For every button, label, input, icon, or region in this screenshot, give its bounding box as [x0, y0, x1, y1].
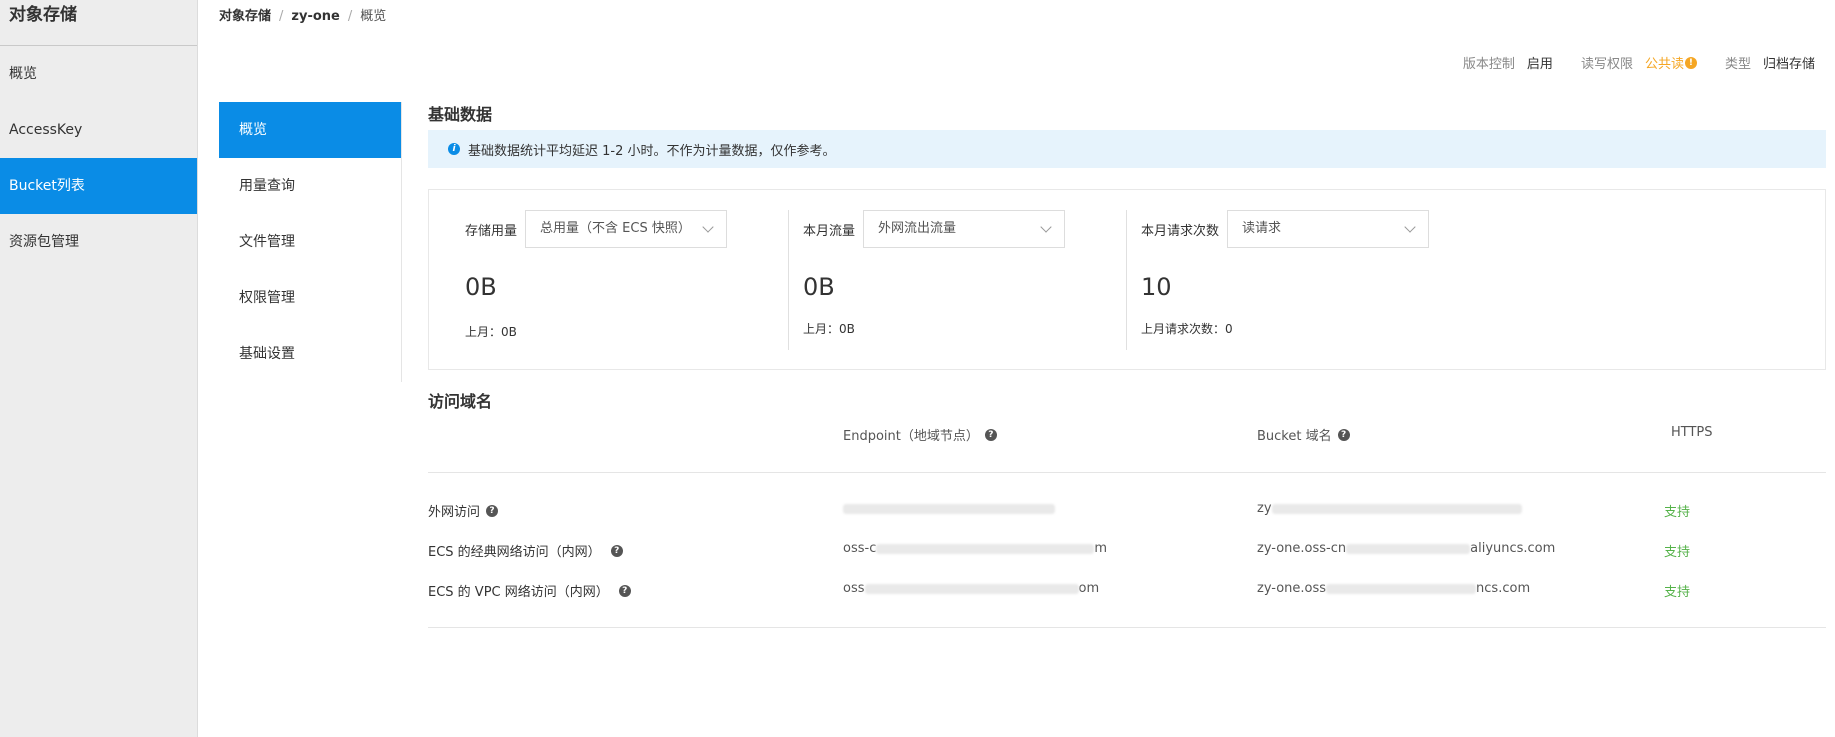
help-icon[interactable]: ?	[1337, 428, 1350, 441]
endpoint-visible: oss-c	[843, 541, 877, 556]
redacted-text	[843, 503, 1055, 514]
type-label: 类型	[1724, 57, 1751, 72]
breadcrumb-separator: /	[347, 9, 353, 24]
redacted-text	[1346, 543, 1471, 554]
stat-value: 10	[1141, 273, 1172, 301]
https-supported: 支持	[1664, 545, 1691, 560]
table-row-classic: ECS 的经典网络访问（内网）?	[428, 541, 623, 560]
column-https-label: HTTPS	[1671, 425, 1713, 440]
stat-value: 0B	[803, 273, 835, 301]
chevron-down-icon	[702, 221, 714, 233]
bucket-domain-visible: zy-one.oss	[1257, 581, 1327, 596]
info-banner: i 基础数据统计平均延迟 1-2 小时。不作为计量数据，仅作参考。	[428, 130, 1826, 168]
stat-label: 本月请求次数	[1141, 223, 1220, 239]
endpoint-tail: m	[1094, 541, 1108, 556]
bucket-domain-classic: zy-one.oss-cn aliyuncs.com	[1257, 541, 1555, 556]
bucket-status-bar: 版本控制 启用 读写权限 公共读! 类型 归档存储	[1463, 53, 1815, 72]
domains-title: 访问域名	[428, 392, 493, 411]
column-endpoint-label: Endpoint（地域节点）	[843, 429, 979, 444]
endpoint-public	[843, 501, 1055, 516]
endpoint-visible: oss	[843, 581, 865, 596]
bucket-domain-public: zy	[1257, 501, 1522, 516]
stat-value: 0B	[465, 273, 497, 301]
help-icon[interactable]: ?	[486, 504, 499, 517]
info-icon: i	[448, 143, 460, 155]
help-icon[interactable]: ?	[984, 428, 997, 441]
row-label: ECS 的经典网络访问（内网）	[428, 545, 601, 560]
column-endpoint: Endpoint（地域节点）?	[843, 425, 997, 444]
acl-label: 读写权限	[1580, 57, 1633, 72]
stat-label: 本月流量	[803, 223, 856, 239]
subnav-item-permissions[interactable]: 权限管理	[219, 270, 401, 326]
breadcrumb-separator: /	[279, 9, 284, 24]
stat-previous: 上月：0B	[803, 322, 855, 336]
acl-value-text: 公共读	[1644, 57, 1684, 72]
table-divider	[428, 472, 1826, 473]
help-icon[interactable]: ?	[618, 584, 631, 597]
sidebar: 对象存储 概览 AccessKey Bucket列表 资源包管理	[0, 0, 198, 737]
stat-previous: 上月：0B	[465, 325, 517, 339]
select-value: 外网流出流量	[878, 221, 957, 236]
select-value: 读请求	[1242, 221, 1282, 236]
select-value: 总用量（不含 ECS 快照）	[540, 221, 691, 236]
subnav-item-files[interactable]: 文件管理	[219, 214, 401, 270]
stat-previous: 上月请求次数：0	[1141, 322, 1233, 336]
redacted-text	[876, 543, 1095, 554]
bucket-domain-visible: zy-one.oss-cn	[1257, 541, 1347, 556]
stats-panel: 存储用量 总用量（不含 ECS 快照） 0B 上月：0B 本月流量 外网流出流量…	[428, 189, 1826, 370]
endpoint-vpc: oss om	[843, 581, 1099, 596]
acl-value: 公共读!	[1645, 53, 1697, 72]
sidebar-item-overview[interactable]: 概览	[0, 46, 197, 102]
bucket-domain-visible: zy	[1257, 501, 1272, 516]
breadcrumb-current: 概览	[360, 9, 387, 24]
https-supported: 支持	[1664, 505, 1691, 520]
type-value: 归档存储	[1762, 57, 1815, 72]
versioning-value: 启用	[1526, 57, 1553, 72]
redacted-text	[1326, 583, 1477, 594]
table-row-vpc: ECS 的 VPC 网络访问（内网）?	[428, 581, 631, 600]
sidebar-item-accesskey[interactable]: AccessKey	[0, 102, 197, 158]
table-divider	[428, 627, 1826, 628]
breadcrumb-root[interactable]: 对象存储	[219, 9, 271, 24]
breadcrumb: 对象存储 / zy-one / 概览	[219, 5, 386, 24]
column-bucket-domain-label: Bucket 域名	[1257, 429, 1332, 444]
sidebar-item-bucket-list[interactable]: Bucket列表	[0, 158, 197, 214]
stat-label: 存储用量	[465, 223, 518, 239]
breadcrumb-bucket[interactable]: zy-one	[291, 9, 339, 24]
column-bucket-domain: Bucket 域名?	[1257, 425, 1350, 444]
bucket-domain-tail: aliyuncs.com	[1470, 541, 1556, 556]
subnav-item-settings[interactable]: 基础设置	[219, 326, 401, 382]
row-label: 外网访问	[428, 505, 481, 520]
redacted-text	[864, 583, 1079, 594]
storage-type-select[interactable]: 总用量（不含 ECS 快照）	[525, 210, 728, 248]
subnav-item-usage[interactable]: 用量查询	[219, 158, 401, 214]
column-https: HTTPS	[1671, 425, 1713, 440]
https-supported: 支持	[1664, 585, 1691, 600]
subnav-item-overview[interactable]: 概览	[219, 102, 401, 158]
versioning-label: 版本控制	[1462, 57, 1515, 72]
stat-divider	[788, 210, 789, 350]
row-label: ECS 的 VPC 网络访问（内网）	[428, 585, 609, 600]
sidebar-item-resource-packages[interactable]: 资源包管理	[0, 214, 197, 270]
basic-data-title: 基础数据	[428, 105, 493, 124]
bucket-domain-vpc: zy-one.oss ncs.com	[1257, 581, 1530, 596]
endpoint-tail: om	[1078, 581, 1100, 596]
redacted-text	[1271, 503, 1522, 514]
warning-icon[interactable]: !	[1684, 56, 1697, 69]
request-type-select[interactable]: 读请求	[1227, 210, 1430, 248]
bucket-subnav: 概览 用量查询 文件管理 权限管理 基础设置	[219, 102, 402, 382]
chevron-down-icon	[1040, 221, 1052, 233]
bucket-domain-tail: ncs.com	[1476, 581, 1531, 596]
help-icon[interactable]: ?	[610, 544, 623, 557]
stat-divider	[1126, 210, 1127, 350]
endpoint-classic: oss-c m	[843, 541, 1107, 556]
table-row-public: 外网访问?	[428, 501, 499, 520]
info-banner-text: 基础数据统计平均延迟 1-2 小时。不作为计量数据，仅作参考。	[468, 143, 836, 159]
sidebar-title: 对象存储	[0, 0, 197, 46]
traffic-type-select[interactable]: 外网流出流量	[863, 210, 1066, 248]
chevron-down-icon	[1404, 221, 1416, 233]
